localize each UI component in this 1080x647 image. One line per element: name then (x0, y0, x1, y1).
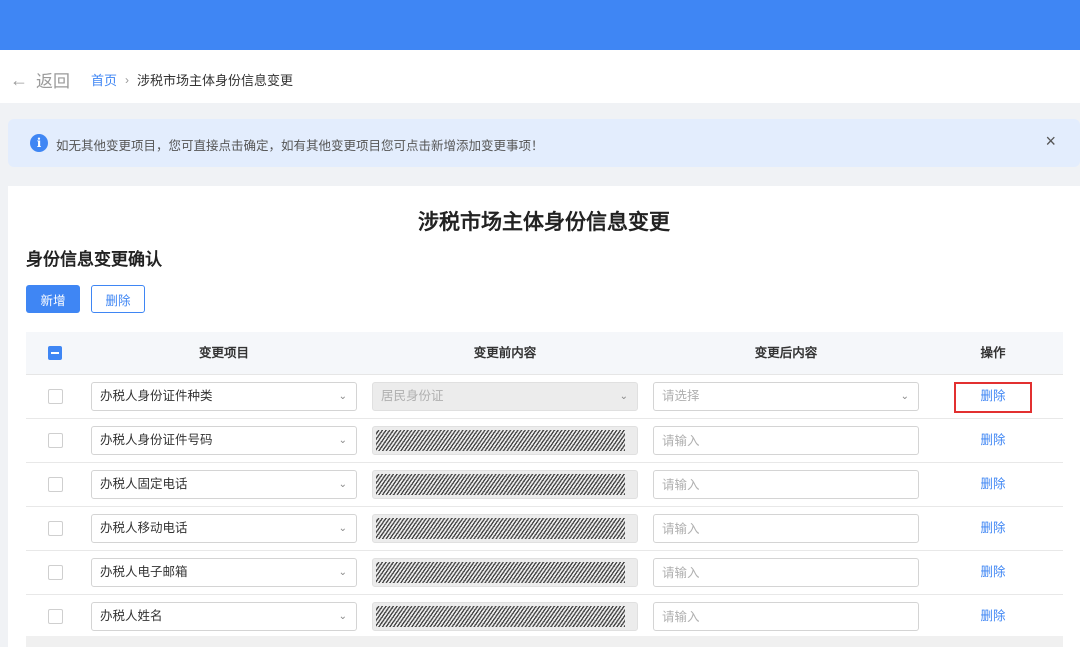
bulk-delete-button[interactable]: 删除 (91, 285, 145, 313)
close-icon[interactable]: × (1045, 131, 1056, 151)
nav-bar: ← 返回 首页 › 涉税市场主体身份信息变更 (0, 50, 1080, 103)
change-item-select[interactable]: 办税人电子邮箱 ⌄ (91, 558, 357, 587)
table-row: 办税人身份证件号码 ⌄ 删除 (26, 419, 1063, 463)
after-content-input[interactable] (653, 470, 919, 499)
change-table: 变更项目 变更前内容 变更后内容 操作 办税人身份证件种类 ⌄ 居民身份证 ⌄ … (26, 332, 1063, 639)
redacted-before-content (372, 514, 638, 543)
chevron-down-icon: ⌄ (619, 391, 628, 402)
chevron-down-icon: ⌄ (338, 479, 347, 490)
change-item-select[interactable]: 办税人移动电话 ⌄ (91, 514, 357, 543)
info-icon: i (30, 134, 48, 152)
top-banner (0, 0, 1080, 50)
row-checkbox[interactable] (48, 433, 63, 448)
breadcrumb-current: 涉税市场主体身份信息变更 (137, 73, 294, 88)
row-checkbox[interactable] (48, 477, 63, 492)
add-button[interactable]: 新增 (26, 285, 80, 313)
row-checkbox[interactable] (48, 609, 63, 624)
chevron-right-icon: › (125, 72, 130, 87)
chevron-down-icon: ⌄ (338, 523, 347, 534)
change-item-select[interactable]: 办税人身份证件号码 ⌄ (91, 426, 357, 455)
table-row: 办税人移动电话 ⌄ 删除 (26, 507, 1063, 551)
change-item-value: 办税人身份证件号码 (100, 433, 213, 447)
table-footer (26, 636, 1063, 647)
after-content-input[interactable] (653, 514, 919, 543)
after-content-placeholder: 请选择 (662, 389, 700, 403)
header-change-item: 变更项目 (198, 346, 249, 360)
change-item-value: 办税人移动电话 (100, 521, 188, 535)
after-content-select[interactable]: 请选择 ⌄ (653, 382, 919, 411)
main-panel: 涉税市场主体身份信息变更 身份信息变更确认 新增 删除 变更项目 变更前内容 变… (8, 186, 1080, 647)
alert-message: 如无其他变更项目，您可直接点击确定，如有其他变更项目您可点击新增添加变更事项！ (56, 139, 544, 153)
redacted-before-content (372, 470, 638, 499)
chevron-down-icon: ⌄ (900, 391, 909, 402)
row-delete-link[interactable]: 删除 (954, 595, 1032, 638)
row-delete-link[interactable]: 删除 (954, 463, 1032, 506)
table-row: 办税人身份证件种类 ⌄ 居民身份证 ⌄ 请选择 ⌄ 删除 (26, 375, 1063, 419)
change-item-value: 办税人姓名 (100, 609, 163, 623)
after-content-input[interactable] (653, 558, 919, 587)
table-row: 办税人姓名 ⌄ 删除 (26, 595, 1063, 639)
chevron-down-icon: ⌄ (338, 435, 347, 446)
before-content-value: 居民身份证 (381, 389, 444, 403)
change-item-select[interactable]: 办税人固定电话 ⌄ (91, 470, 357, 499)
change-item-value: 办税人固定电话 (100, 477, 188, 491)
section-title: 身份信息变更确认 (26, 250, 162, 269)
arrow-left-icon: ← (10, 69, 28, 90)
back-label: 返回 (36, 72, 70, 91)
table-header: 变更项目 变更前内容 变更后内容 操作 (26, 332, 1063, 375)
chevron-down-icon: ⌄ (338, 391, 347, 402)
page-title: 涉税市场主体身份信息变更 (418, 211, 670, 234)
chevron-down-icon: ⌄ (338, 611, 347, 622)
header-after-content: 变更后内容 (754, 346, 818, 360)
breadcrumb-home-link[interactable]: 首页 (91, 70, 117, 89)
row-checkbox[interactable] (48, 389, 63, 404)
select-all-checkbox[interactable] (48, 346, 62, 360)
after-content-input[interactable] (653, 426, 919, 455)
change-item-select[interactable]: 办税人姓名 ⌄ (91, 602, 357, 631)
info-alert: i 如无其他变更项目，您可直接点击确定，如有其他变更项目您可点击新增添加变更事项… (8, 119, 1080, 167)
row-delete-link[interactable]: 删除 (954, 507, 1032, 550)
change-item-value: 办税人电子邮箱 (100, 565, 188, 579)
row-delete-link[interactable]: 删除 (954, 551, 1032, 594)
change-item-select[interactable]: 办税人身份证件种类 ⌄ (91, 382, 357, 411)
row-delete-link[interactable]: 删除 (954, 419, 1032, 462)
row-delete-link[interactable]: 删除 (954, 375, 1032, 418)
redacted-before-content (372, 426, 638, 455)
redacted-before-content (372, 558, 638, 587)
breadcrumb: 首页 › 涉税市场主体身份信息变更 (91, 70, 293, 89)
after-content-input[interactable] (653, 602, 919, 631)
back-button[interactable]: ← 返回 (10, 67, 70, 92)
chevron-down-icon: ⌄ (338, 567, 347, 578)
redacted-before-content (372, 602, 638, 631)
row-checkbox[interactable] (48, 565, 63, 580)
before-content-select: 居民身份证 ⌄ (372, 382, 638, 411)
table-row: 办税人固定电话 ⌄ 删除 (26, 463, 1063, 507)
change-item-value: 办税人身份证件种类 (100, 389, 213, 403)
table-row: 办税人电子邮箱 ⌄ 删除 (26, 551, 1063, 595)
header-operation: 操作 (980, 346, 1006, 360)
row-checkbox[interactable] (48, 521, 63, 536)
header-before-content: 变更前内容 (473, 346, 537, 360)
